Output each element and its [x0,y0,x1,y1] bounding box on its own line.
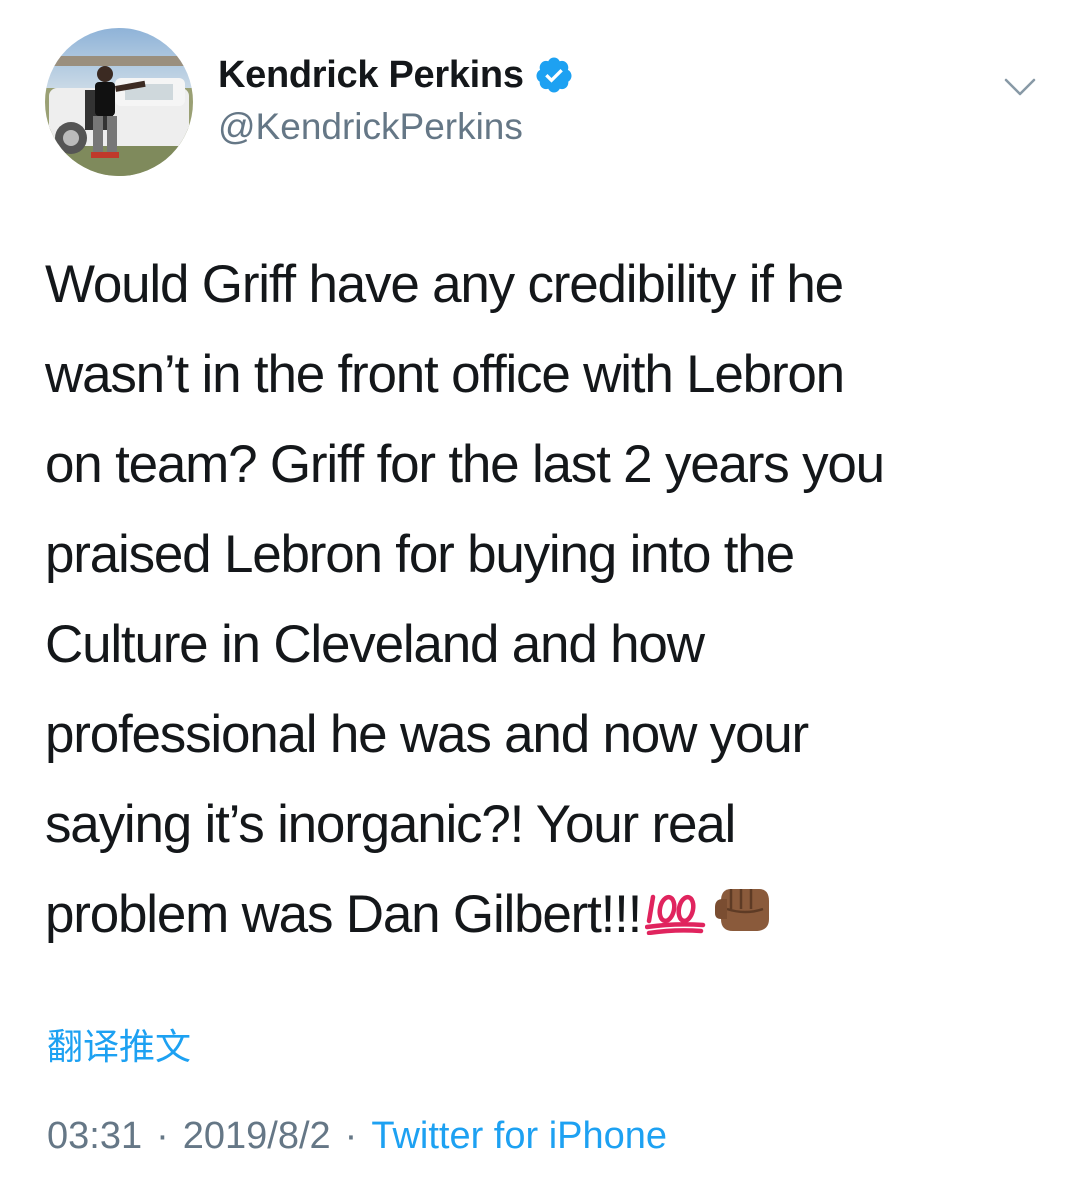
tweet-text-line: praised Lebron for buying into the [45,525,795,584]
tweet-date: 2019/8/2 [182,1115,331,1157]
avatar-photo-icon [45,28,193,176]
meta-separator: · [156,1115,169,1157]
chevron-down-icon[interactable] [1000,66,1040,106]
tweet-text-line: Culture in Cleveland and how [45,615,705,674]
tweet-time: 03:31 [47,1115,143,1157]
tweet-text-line: wasn’t in the front office with Lebron [45,345,845,404]
fist-icon [711,873,775,963]
tweet-meta: 03:31 · 2019/8/2 · Twitter for iPhone [47,1115,667,1158]
meta-separator: · [344,1115,358,1157]
tweet-text-line: problem was Dan Gilbert!!! [45,885,642,944]
tweet-card: Kendrick Perkins @KendrickPerkins Would … [0,0,1080,1200]
tweet-source-link[interactable]: Twitter for iPhone [371,1115,667,1158]
avatar[interactable] [45,28,193,176]
translate-tweet-link[interactable]: 翻译推文 [47,1018,191,1070]
tweet-text-line: professional he was and now your [45,705,809,764]
user-handle[interactable]: @KendrickPerkins [218,106,574,148]
display-name[interactable]: Kendrick Perkins [218,54,524,97]
display-name-row: Kendrick Perkins [218,50,574,100]
user-names: Kendrick Perkins @KendrickPerkins [218,50,574,148]
tweet-text-line: on team? Griff for the last 2 years you [45,435,885,494]
verified-badge-icon [534,55,574,95]
tweet-text-line: saying it’s inorganic?! Your real [45,795,736,854]
tweet-last-line: problem was Dan Gilbert!!! [45,870,1035,963]
hundred-points-icon [644,873,707,963]
tweet-text: Would Griff have any credibility if he w… [45,240,1035,963]
tweet-header: Kendrick Perkins @KendrickPerkins [45,28,1045,178]
tweet-text-line: Would Griff have any credibility if he [45,255,844,314]
